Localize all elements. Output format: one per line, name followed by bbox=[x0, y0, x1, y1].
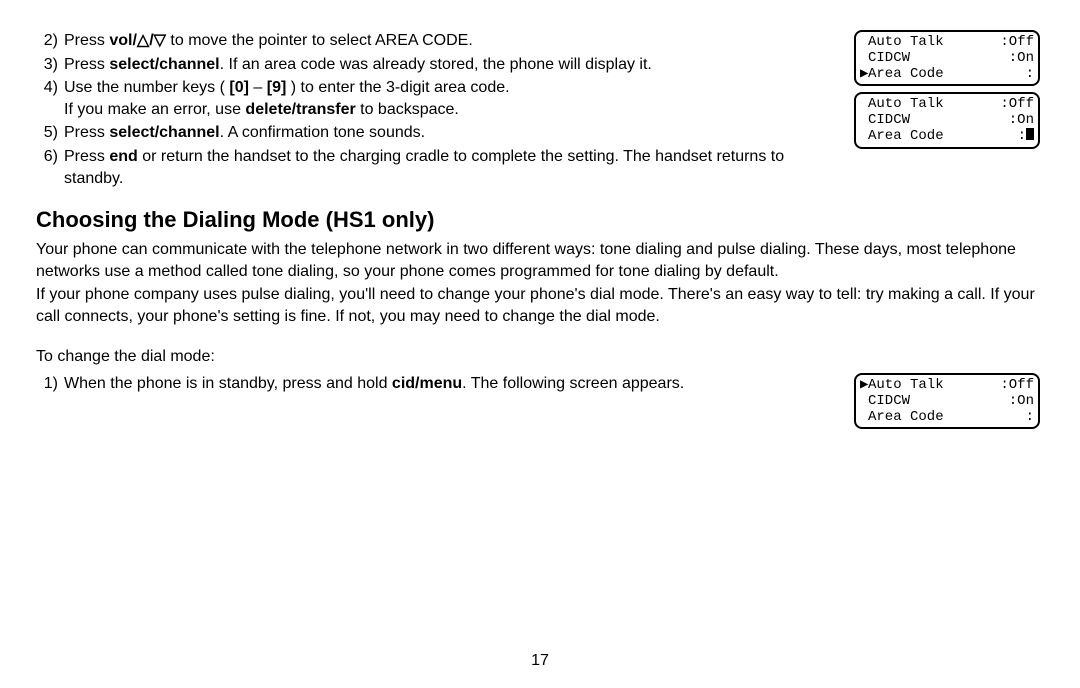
step-num: 3) bbox=[36, 54, 64, 76]
step-num: 1) bbox=[36, 373, 64, 395]
lcd-screen: Auto Talk:Off CIDCW:On Area Code: bbox=[854, 92, 1040, 148]
step-body: Press select/channel. A confirmation ton… bbox=[64, 122, 842, 144]
step-body: Press select/channel. If an area code wa… bbox=[64, 54, 842, 76]
step-num: 5) bbox=[36, 122, 64, 144]
step-num: 4) bbox=[36, 77, 64, 120]
lcd-screen: ▶Auto Talk:Off CIDCW:On Area Code: bbox=[854, 373, 1040, 429]
body-paragraph: Your phone can communicate with the tele… bbox=[36, 239, 1044, 282]
step-num: 2) bbox=[36, 30, 64, 52]
body-paragraph: If your phone company uses pulse dialing… bbox=[36, 284, 1044, 327]
lcd-screen: Auto Talk:Off CIDCW:On ▶Area Code: bbox=[854, 30, 1040, 86]
body-paragraph: To change the dial mode: bbox=[36, 346, 1044, 368]
step-body: When the phone is in standby, press and … bbox=[64, 373, 842, 395]
lcd-stack-top: Auto Talk:Off CIDCW:On ▶Area Code: Auto … bbox=[854, 30, 1044, 191]
step-body: Press vol/△/▽ to move the pointer to sel… bbox=[64, 30, 842, 52]
step-body: Press end or return the handset to the c… bbox=[64, 146, 842, 189]
instructions-top: 2) Press vol/△/▽ to move the pointer to … bbox=[36, 30, 854, 191]
lcd-stack-bottom: ▶Auto Talk:Off CIDCW:On Area Code: bbox=[854, 373, 1044, 435]
page-number: 17 bbox=[0, 652, 1080, 670]
step-num: 6) bbox=[36, 146, 64, 189]
step-body: Use the number keys ( [0] – [9] ) to ent… bbox=[64, 77, 842, 120]
section-heading: Choosing the Dialing Mode (HS1 only) bbox=[36, 207, 1044, 233]
cursor-block bbox=[1026, 128, 1034, 140]
